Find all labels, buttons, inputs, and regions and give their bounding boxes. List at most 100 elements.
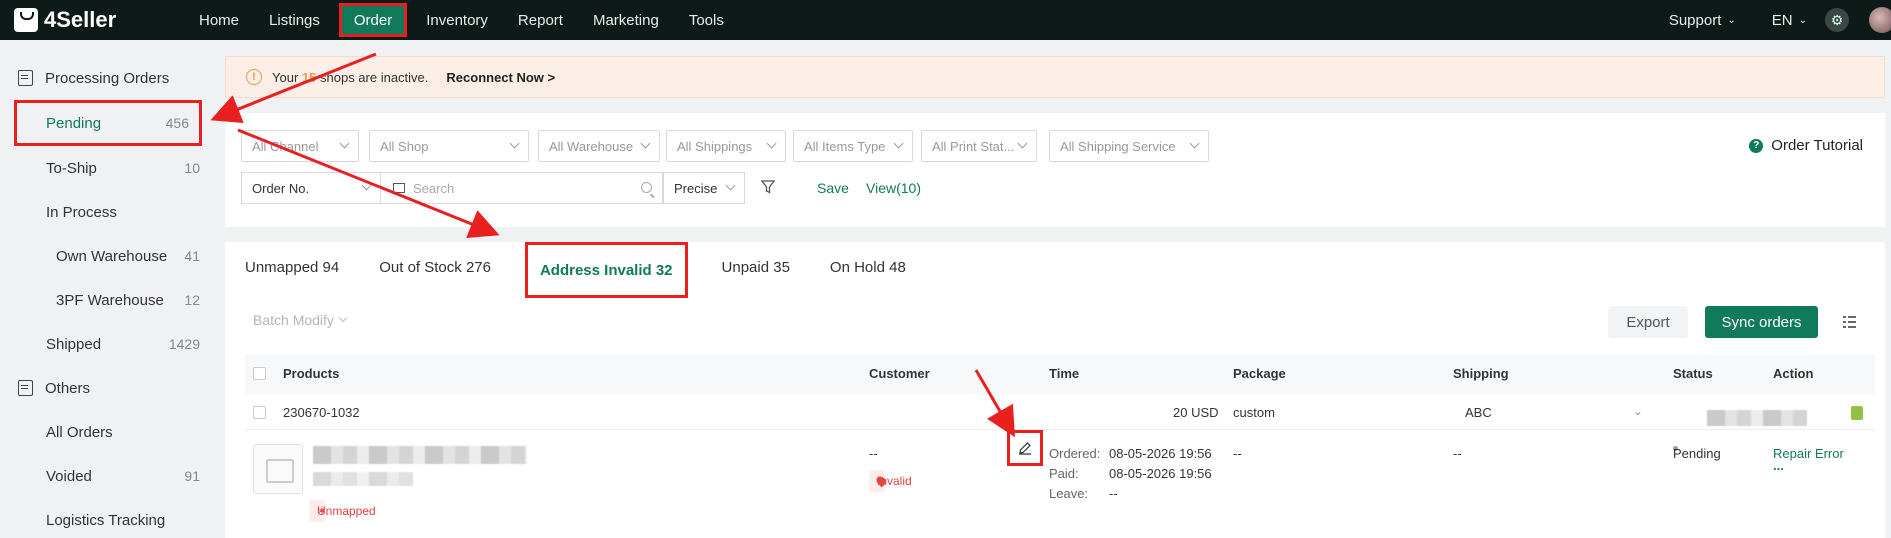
channel-select[interactable]: All Channel (241, 130, 359, 162)
order-no-select[interactable]: Order No. (241, 172, 381, 204)
column-header-shipping: Shipping (1453, 366, 1509, 381)
row-checkbox[interactable] (253, 406, 266, 419)
sidebar-item-3pf-warehouse[interactable]: 3PF Warehouse 12 (0, 278, 214, 322)
sidebar-item-to-ship[interactable]: To-Ship 10 (0, 146, 214, 190)
banner-count: 15 (301, 69, 317, 85)
sidebar-group-others[interactable]: Others (0, 366, 214, 410)
saved-views-link[interactable]: View(10) (866, 180, 921, 196)
clipboard-icon (18, 70, 33, 86)
shop-select[interactable]: All Shop (369, 130, 529, 162)
reconnect-now-link[interactable]: Reconnect Now > (446, 70, 555, 85)
order-summary-row: 230670-1032 20 USD custom ABC ⌄ (245, 396, 1875, 430)
clipboard-icon (18, 380, 33, 396)
filter-funnel-icon[interactable] (761, 180, 775, 194)
search-icon[interactable] (641, 182, 652, 193)
brand-name: 4Seller (44, 7, 117, 32)
status-tabs: Unmapped 94 Out of Stock 276 Address Inv… (225, 242, 926, 298)
filter-panel: All Channel All Shop All Warehouse All S… (225, 113, 1885, 227)
tab-out-of-stock[interactable]: Out of Stock 276 (359, 242, 511, 292)
ordered-label: Ordered: (1049, 446, 1101, 461)
sidebar-item-voided[interactable]: Voided 91 (0, 454, 214, 498)
tab-on-hold[interactable]: On Hold 48 (810, 242, 926, 292)
sidebar-item-label: All Orders (46, 423, 113, 441)
column-settings-icon[interactable] (1842, 315, 1857, 329)
sidebar-item-label: Voided (46, 467, 92, 485)
top-navigation-bar: 4Seller Home Listings Order Inventory Re… (0, 0, 1891, 40)
print-status-select[interactable]: All Print Stat... (921, 130, 1037, 162)
chevron-down-icon (338, 313, 348, 323)
inactive-shops-banner: ! Your 15 shops are inactive. Reconnect … (225, 56, 1885, 98)
shopify-icon (1851, 406, 1863, 420)
sidebar-item-shipped[interactable]: Shipped 1429 (0, 322, 214, 366)
column-header-time: Time (1049, 366, 1080, 381)
nav-inventory[interactable]: Inventory (411, 0, 503, 40)
nav-support[interactable]: Support ⌄ (1651, 0, 1754, 40)
batch-modify-dropdown[interactable]: Batch Modify (253, 312, 348, 328)
tab-address-invalid[interactable]: Address Invalid 32 (524, 242, 688, 298)
ordered-time: 08-05-2026 19:56 (1109, 446, 1212, 461)
sidebar-item-count: 12 (184, 292, 200, 308)
sync-orders-button[interactable]: Sync orders (1705, 306, 1818, 338)
chevron-down-icon: ⌄ (1727, 14, 1736, 26)
search-input[interactable]: Search (381, 172, 663, 204)
chevron-down-icon (361, 180, 372, 191)
leave-label: Leave: (1049, 486, 1089, 501)
sidebar-item-logistics-tracking[interactable]: Logistics Tracking (0, 498, 214, 538)
more-actions-button[interactable]: ... (1773, 458, 1784, 473)
edit-pencil-icon (1019, 442, 1031, 455)
redacted-shop-name (1707, 410, 1807, 426)
tab-unpaid[interactable]: Unpaid 35 (702, 242, 810, 292)
save-view-button[interactable]: Save (817, 180, 849, 196)
select-all-checkbox[interactable] (253, 367, 266, 380)
avatar[interactable] (1869, 7, 1891, 33)
nav-order[interactable]: Order (338, 3, 408, 37)
redacted-product-sku (313, 472, 413, 486)
shipping-service-select[interactable]: All Shipping Service (1049, 130, 1209, 162)
customer-name: -- (869, 446, 878, 461)
paid-time: 08-05-2026 19:56 (1109, 466, 1212, 481)
column-header-package: Package (1233, 366, 1286, 381)
column-header-customer: Customer (869, 366, 930, 381)
sidebar-item-pending[interactable]: Pending 456 (14, 100, 202, 146)
nav-home[interactable]: Home (184, 0, 254, 40)
items-type-select[interactable]: All Items Type (793, 130, 913, 162)
sidebar-item-all-orders[interactable]: All Orders (0, 410, 214, 454)
nav-language[interactable]: EN ⌄ (1754, 0, 1825, 40)
order-tutorial-link[interactable]: ? Order Tutorial (1749, 137, 1863, 154)
nav-marketing[interactable]: Marketing (578, 0, 674, 40)
nav-listings[interactable]: Listings (254, 0, 335, 40)
banner-prefix: Your (272, 69, 299, 85)
batch-input-icon[interactable] (393, 183, 405, 193)
sidebar-item-own-warehouse[interactable]: Own Warehouse 41 (0, 234, 214, 278)
warehouse-select[interactable]: All Warehouse (538, 130, 660, 162)
nav-report[interactable]: Report (503, 0, 578, 40)
sidebar-item-in-process[interactable]: In Process (0, 190, 214, 234)
package-type: custom (1233, 405, 1275, 420)
precise-select[interactable]: Precise (663, 172, 745, 204)
chevron-down-icon: ⌄ (1798, 14, 1807, 26)
sidebar-group-processing-orders[interactable]: Processing Orders (0, 56, 214, 100)
sidebar-item-label: Logistics Tracking (46, 511, 166, 529)
shippings-select[interactable]: All Shippings (666, 130, 786, 162)
sidebar-item-count: 456 (165, 115, 189, 131)
chevron-down-icon (893, 138, 904, 149)
chevron-down-icon (339, 138, 350, 149)
order-id[interactable]: 230670-1032 (283, 405, 360, 420)
sidebar-item-count: 91 (184, 468, 200, 484)
app-logo[interactable]: 4Seller (14, 7, 184, 33)
sidebar: Processing Orders Pending 456 To-Ship 10… (0, 40, 214, 538)
export-button[interactable]: Export (1608, 306, 1688, 338)
sidebar-item-label: Pending (46, 114, 102, 132)
edit-address-button[interactable] (1007, 430, 1043, 466)
sidebar-item-label: Shipped (46, 335, 102, 353)
nav-tools[interactable]: Tools (674, 0, 739, 40)
tab-unmapped[interactable]: Unmapped 94 (225, 242, 359, 292)
search-row: Order No. Search Precise Save View(10) (225, 172, 1025, 204)
chevron-down-icon (766, 138, 777, 149)
chevron-down-icon[interactable]: ⌄ (1633, 404, 1643, 418)
unmapped-badge: ✶ Unmapped (309, 500, 376, 522)
package-detail: -- (1233, 446, 1242, 461)
leave-time: -- (1109, 486, 1118, 501)
gear-icon[interactable]: ⚙ (1825, 8, 1849, 32)
shipping-method-select[interactable]: ABC (1465, 405, 1492, 420)
